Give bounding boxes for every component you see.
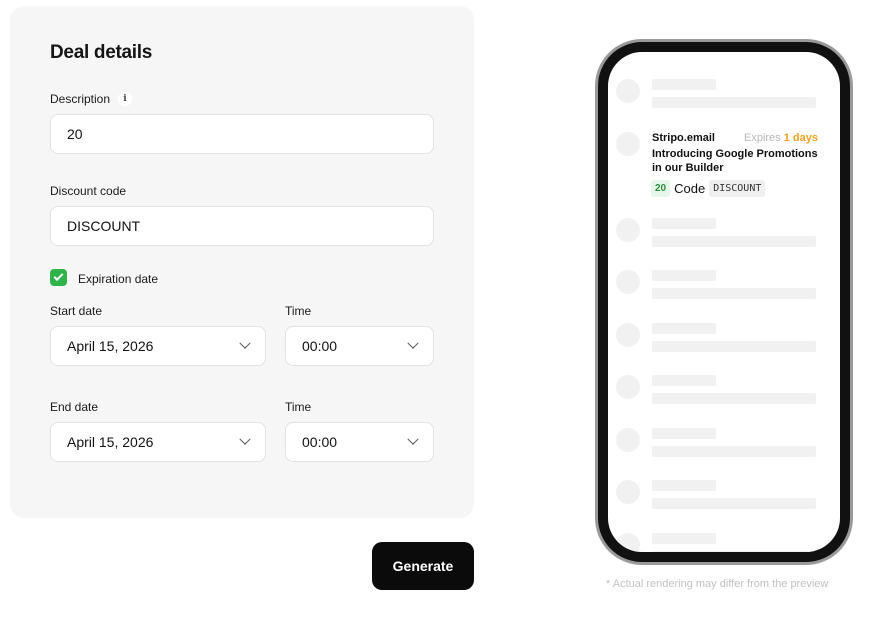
end-date-select[interactable]: April 15, 2026 [50, 422, 266, 462]
sender-avatar [616, 132, 640, 156]
start-date-select[interactable]: April 15, 2026 [50, 326, 266, 366]
end-date-label: End date [50, 400, 99, 414]
end-time-label: Time [285, 400, 312, 414]
chevron-down-icon [239, 433, 251, 445]
phone-power-button [850, 208, 853, 270]
expiration-label: Expiration date [78, 272, 159, 286]
email-subject: Introducing Google Promotions in our Bui… [652, 148, 818, 174]
generate-button[interactable]: Generate [372, 542, 474, 590]
phone-screen: Stripo.email Expires 1 days Introducing … [608, 52, 840, 552]
end-time-value: 00:00 [302, 434, 338, 450]
discount-code-label: Discount code [50, 184, 127, 198]
discount-code-input[interactable] [51, 207, 433, 245]
description-field[interactable] [50, 114, 434, 154]
sender-name: Stripo.email [652, 132, 715, 144]
expires-text: Expires 1 days [744, 132, 818, 144]
discount-code-field[interactable] [50, 206, 434, 246]
card-title: Deal details [50, 42, 153, 63]
code-badge: DISCOUNT [709, 180, 766, 197]
start-time-select[interactable]: 00:00 [285, 326, 434, 366]
start-date-value: April 15, 2026 [67, 338, 154, 354]
description-label: Description [50, 92, 111, 106]
expires-days: 1 days [783, 132, 818, 144]
chevron-down-icon [407, 337, 419, 349]
check-icon [53, 271, 64, 282]
chevron-down-icon [407, 433, 419, 445]
description-input[interactable] [51, 115, 433, 153]
end-time-select[interactable]: 00:00 [285, 422, 434, 462]
start-time-value: 00:00 [302, 338, 338, 354]
end-date-value: April 15, 2026 [67, 434, 154, 450]
code-label: Code [674, 181, 706, 196]
info-icon[interactable]: i [118, 92, 132, 106]
chevron-down-icon [239, 337, 251, 349]
deal-details-card: Deal details Description i Discount code… [10, 6, 474, 518]
deal-row: 20 Code DISCOUNT [651, 180, 766, 197]
expiration-checkbox[interactable] [50, 269, 67, 286]
deal-amount-badge: 20 [651, 180, 671, 197]
phone-preview: Stripo.email Expires 1 days Introducing … [598, 42, 850, 562]
start-date-label: Start date [50, 304, 103, 318]
start-time-label: Time [285, 304, 312, 318]
preview-disclaimer: * Actual rendering may differ from the p… [606, 578, 829, 590]
